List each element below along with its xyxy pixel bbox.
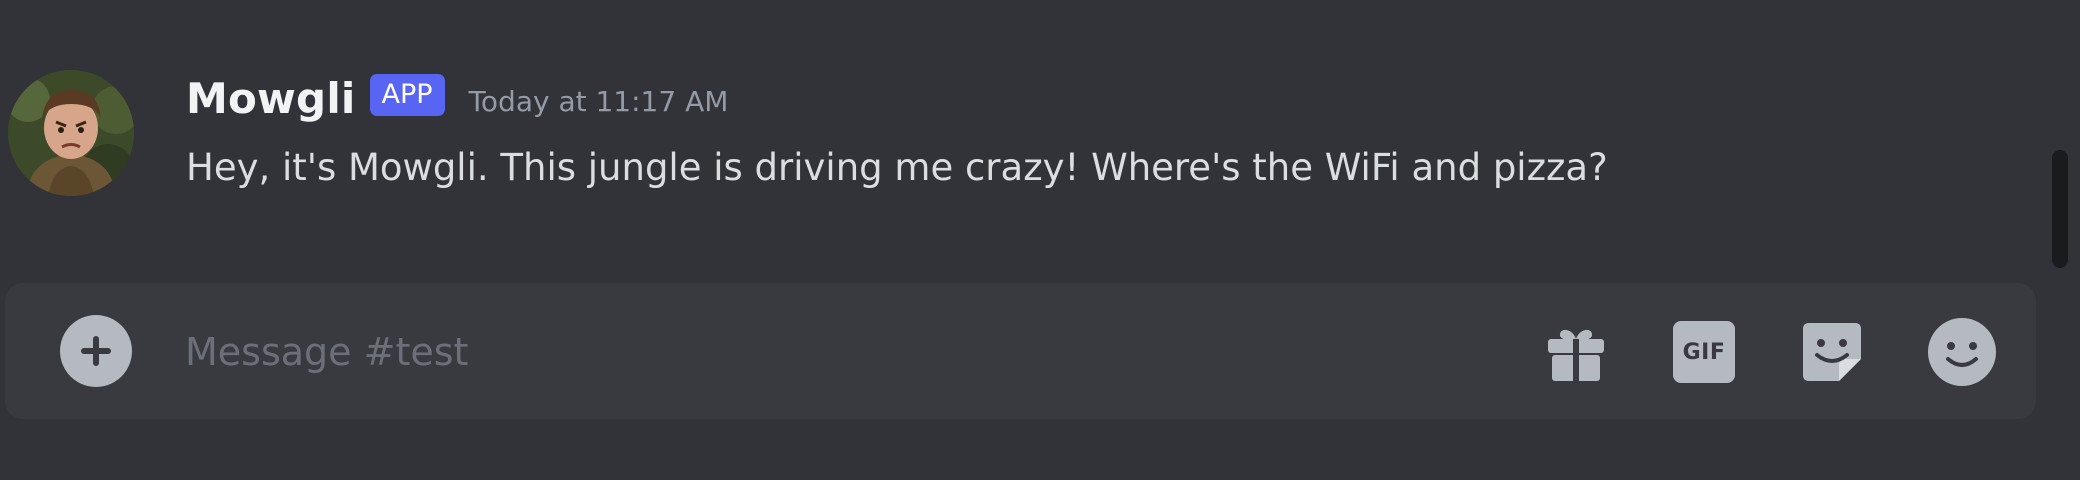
message-header: Mowgli APP Today at 11:17 AM <box>186 68 728 128</box>
author-name[interactable]: Mowgli <box>186 74 356 123</box>
emoji-icon <box>1928 318 1996 386</box>
message-content: Hey, it's Mowgli. This jungle is driving… <box>186 146 1608 189</box>
scrollbar-thumb[interactable] <box>2052 150 2068 268</box>
emoji-button[interactable] <box>1926 316 1998 388</box>
message-timestamp: Today at 11:17 AM <box>468 84 729 118</box>
chat-view: Mowgli APP Today at 11:17 AM Hey, it's M… <box>0 0 2080 480</box>
message-input[interactable] <box>183 313 1487 391</box>
sticker-icon <box>1803 323 1861 381</box>
app-badge: APP <box>369 74 445 116</box>
gift-button[interactable] <box>1543 319 1609 385</box>
plus-circle-icon <box>81 336 111 366</box>
sticker-button[interactable] <box>1799 319 1865 385</box>
avatar-image <box>8 70 134 196</box>
gif-button[interactable]: GIF <box>1671 319 1737 385</box>
gif-icon: GIF <box>1673 321 1735 383</box>
avatar[interactable] <box>8 70 134 196</box>
message-composer: GIF <box>5 283 2036 419</box>
message-item: Mowgli APP Today at 11:17 AM Hey, it's M… <box>0 60 2040 220</box>
gift-icon <box>1548 329 1604 381</box>
upload-button[interactable] <box>60 315 132 387</box>
